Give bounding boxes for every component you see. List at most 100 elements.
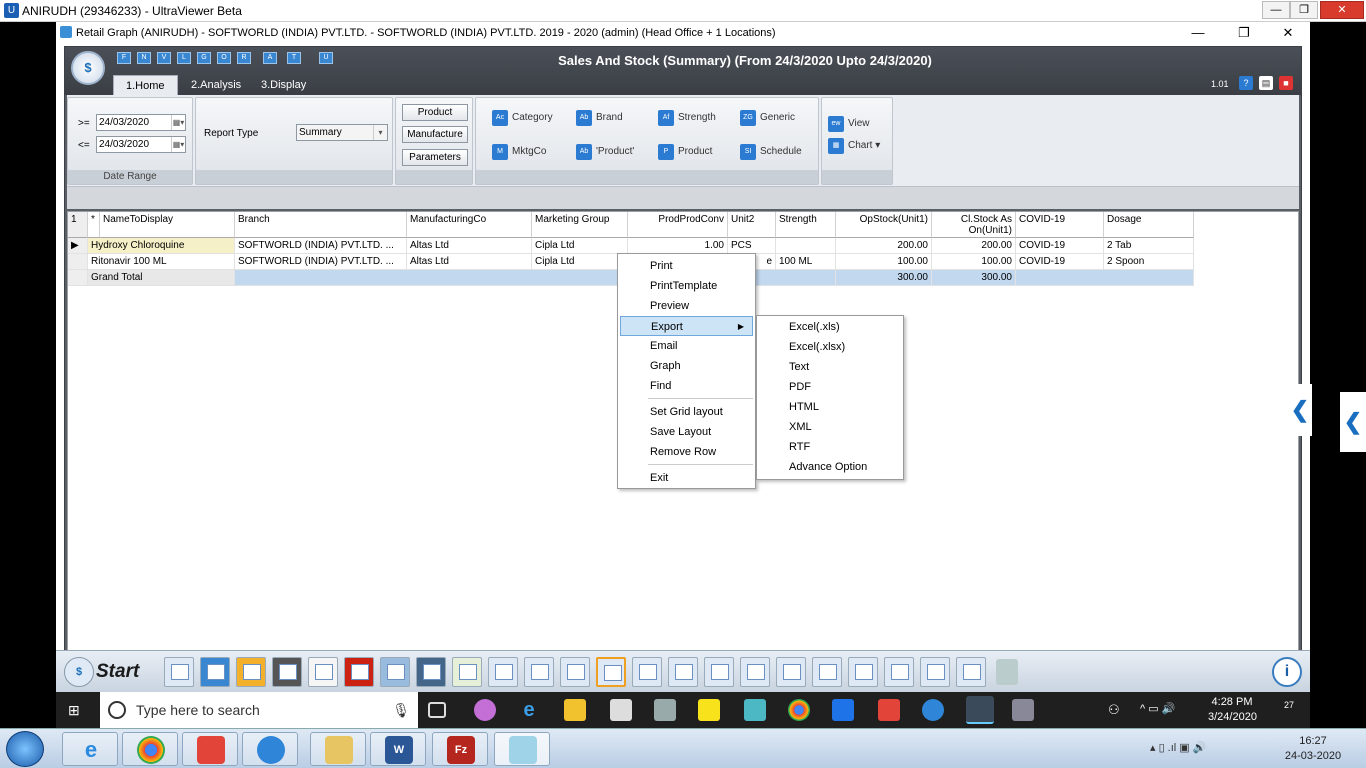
network-app-icon[interactable] xyxy=(654,699,676,721)
window-icon[interactable] xyxy=(848,657,878,687)
remote-clock[interactable]: 4:28 PM 3/24/2020 xyxy=(1208,695,1257,725)
notes-icon[interactable]: ▤ xyxy=(1259,76,1273,90)
col-header-dosage[interactable]: Dosage xyxy=(1104,212,1194,238)
quick-access-icon[interactable]: T xyxy=(287,52,301,64)
remote-minimize-button[interactable]: — xyxy=(1178,24,1218,42)
menu-item-printtemplate[interactable]: PrintTemplate xyxy=(620,276,753,296)
tab-home[interactable]: 1.Home xyxy=(113,75,178,95)
file-explorer-icon[interactable] xyxy=(564,699,586,721)
quick-access-icon[interactable]: G xyxy=(197,52,211,64)
itunes-icon[interactable] xyxy=(474,699,496,721)
table-cell[interactable]: Ritonavir 100 ML xyxy=(88,254,235,270)
window-icon[interactable] xyxy=(920,657,950,687)
window-icon[interactable] xyxy=(776,657,806,687)
table-cell[interactable]: Hydroxy Chloroquine xyxy=(88,238,235,254)
remote-maximize-button[interactable]: ❐ xyxy=(1224,24,1264,42)
edge-icon[interactable]: e xyxy=(518,699,540,721)
table-cell[interactable]: 200.00 xyxy=(932,238,1016,254)
table-cell[interactable]: SOFTWORLD (INDIA) PVT.LTD. ... xyxy=(235,254,407,270)
start-button[interactable]: Start xyxy=(96,661,139,683)
window-icon[interactable] xyxy=(812,657,842,687)
table-cell[interactable]: 200.00 xyxy=(836,238,932,254)
to-date-input[interactable]: 24/03/2020 ▦▾ xyxy=(96,136,186,153)
anydesk-icon[interactable] xyxy=(878,699,900,721)
col-header-manufacturingco[interactable]: ManufacturingCo xyxy=(407,212,532,238)
tab-display[interactable]: 3.Display xyxy=(249,75,318,95)
table-cell[interactable]: 100.00 xyxy=(836,254,932,270)
manufacture-button[interactable]: Manufacture xyxy=(402,126,468,143)
window-icon[interactable] xyxy=(740,657,770,687)
shapes-icon[interactable] xyxy=(236,657,266,687)
product-group-filter[interactable]: Ab 'Product' xyxy=(576,144,634,160)
window-icon[interactable] xyxy=(560,657,590,687)
table-cell[interactable]: COVID-19 xyxy=(1016,238,1104,254)
menu-item-print[interactable]: Print xyxy=(620,256,753,276)
export-text[interactable]: Text xyxy=(759,357,901,377)
explorer-taskbar-button[interactable] xyxy=(310,732,366,766)
menu-item-email[interactable]: Email xyxy=(620,336,753,356)
col-header-name[interactable]: NameToDisplay xyxy=(100,212,235,238)
menu-item-exit[interactable]: Exit xyxy=(620,468,753,488)
window-icon[interactable] xyxy=(632,657,662,687)
app-logo[interactable]: $ xyxy=(71,51,105,85)
retail-graph-taskbar-icon[interactable] xyxy=(966,696,994,724)
col-header-prodprodconv[interactable]: ProdProdConv xyxy=(628,212,728,238)
parameters-button[interactable]: Parameters xyxy=(402,149,468,166)
col-header-opstock[interactable]: OpStock(Unit1) xyxy=(836,212,932,238)
window-icon[interactable] xyxy=(704,657,734,687)
pdf-icon[interactable] xyxy=(344,657,374,687)
info-icon[interactable]: i xyxy=(1272,657,1302,687)
side-panel-arrow-icon[interactable]: ❮ xyxy=(1288,384,1312,436)
window-icon[interactable] xyxy=(488,657,518,687)
table-cell[interactable]: Altas Ltd xyxy=(407,254,532,270)
notepad-taskbar-button[interactable] xyxy=(494,732,550,766)
chrome-taskbar-button[interactable] xyxy=(122,732,178,766)
quick-access-icon[interactable]: F xyxy=(117,52,131,64)
table-cell[interactable]: PCS xyxy=(728,238,776,254)
quick-access-icon[interactable]: N xyxy=(137,52,151,64)
calendar-icon[interactable]: ▦▾ xyxy=(171,137,185,152)
export-rtf[interactable]: RTF xyxy=(759,437,901,457)
menu-item-find[interactable]: Find xyxy=(620,376,753,396)
export-pdf[interactable]: PDF xyxy=(759,377,901,397)
col-header-strength[interactable]: Strength xyxy=(776,212,836,238)
table-cell[interactable]: COVID-19 xyxy=(1016,254,1104,270)
from-date-input[interactable]: 24/03/2020 ▦▾ xyxy=(96,114,186,131)
table-cell[interactable]: 2 Spoon xyxy=(1104,254,1194,270)
window-icon[interactable] xyxy=(884,657,914,687)
export-xml[interactable]: XML xyxy=(759,417,901,437)
close-button[interactable]: ✕ xyxy=(1320,1,1364,19)
ie-taskbar-button[interactable]: e xyxy=(62,732,118,766)
quick-access-icon[interactable]: V xyxy=(157,52,171,64)
col-header-covid[interactable]: COVID-19 xyxy=(1016,212,1104,238)
dollar-app-icon[interactable] xyxy=(996,659,1018,685)
journal-icon[interactable] xyxy=(308,657,338,687)
local-clock[interactable]: 16:27 24-03-2020 xyxy=(1280,734,1346,764)
tray-icons[interactable]: ^ ▭ 🔊 xyxy=(1140,702,1175,715)
quick-access-icon[interactable]: A xyxy=(263,52,277,64)
chrome-icon[interactable] xyxy=(788,699,810,721)
mr-icon[interactable] xyxy=(200,657,230,687)
windows-orb-icon[interactable] xyxy=(6,731,44,767)
start-logo-icon[interactable]: $ xyxy=(64,657,94,687)
calendar-icon[interactable]: ▦▾ xyxy=(171,115,185,130)
export-advance-option[interactable]: Advance Option xyxy=(759,457,901,477)
word-taskbar-button[interactable]: W xyxy=(370,732,426,766)
remote-desktop-taskbar-button[interactable] xyxy=(242,732,298,766)
table-cell[interactable]: Cipla Ltd xyxy=(532,238,628,254)
col-header-branch[interactable]: Branch xyxy=(235,212,407,238)
quick-access-icon[interactable]: R xyxy=(237,52,251,64)
calculator-icon[interactable] xyxy=(610,699,632,721)
table-cell[interactable]: Altas Ltd xyxy=(407,238,532,254)
anydesk-taskbar-button[interactable] xyxy=(182,732,238,766)
chart-button[interactable]: ▦ Chart ▾ xyxy=(828,138,880,154)
app-icon[interactable] xyxy=(1012,699,1034,721)
window-icon[interactable] xyxy=(164,657,194,687)
menu-item-set-grid-layout[interactable]: Set Grid layout xyxy=(620,402,753,422)
export-excel-xlsx[interactable]: Excel(.xlsx) xyxy=(759,337,901,357)
mktgco-filter[interactable]: M MktgCo xyxy=(492,144,546,160)
row-indicator[interactable] xyxy=(68,254,88,270)
task-view-icon[interactable] xyxy=(428,702,446,718)
category-filter[interactable]: Ac Category xyxy=(492,110,553,126)
help-icon[interactable]: ? xyxy=(1239,76,1253,90)
